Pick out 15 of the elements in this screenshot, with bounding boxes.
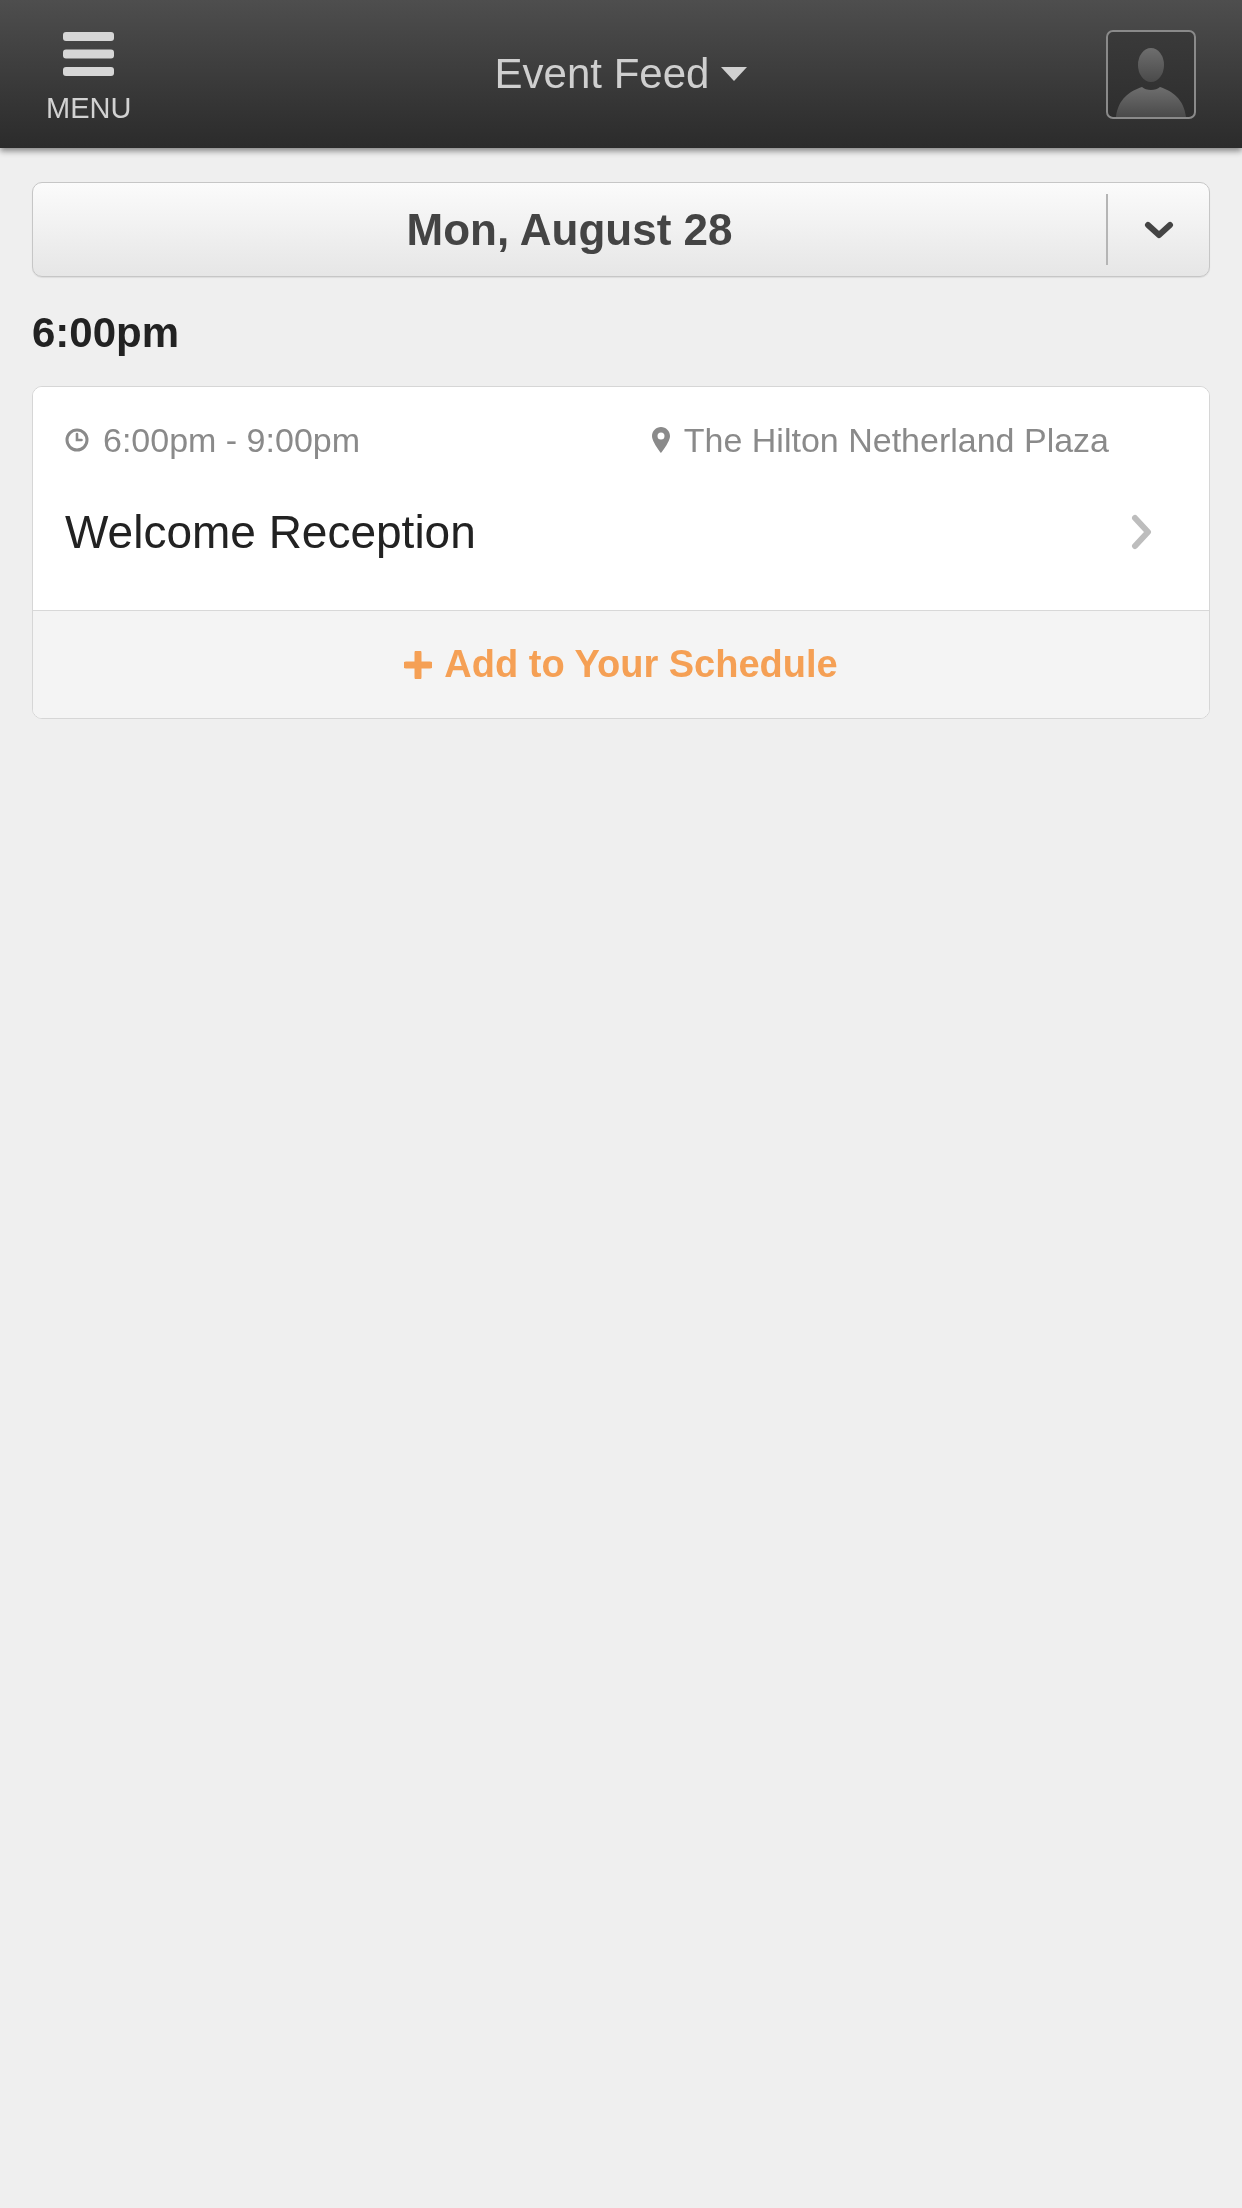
menu-button[interactable]: MENU: [46, 26, 132, 122]
chevron-down-icon: [1143, 220, 1174, 239]
profile-button[interactable]: [1106, 29, 1196, 119]
date-select-button[interactable]: Mon, August 28: [32, 182, 1210, 277]
event-title: Welcome Reception: [65, 506, 476, 558]
chevron-right-icon: [1131, 514, 1153, 550]
caret-down-icon: [721, 67, 748, 81]
location-pin-icon: [651, 427, 670, 453]
event-feed-dropdown[interactable]: Event Feed: [494, 50, 748, 98]
event-location: The Hilton Netherland Plaza: [683, 423, 1109, 457]
plus-icon: [404, 650, 433, 679]
menu-icon: [63, 32, 115, 76]
clock-icon: [65, 428, 89, 452]
time-range: 6:00pm - 9:00pm: [103, 423, 361, 457]
time-heading: 6:00pm: [32, 309, 180, 357]
